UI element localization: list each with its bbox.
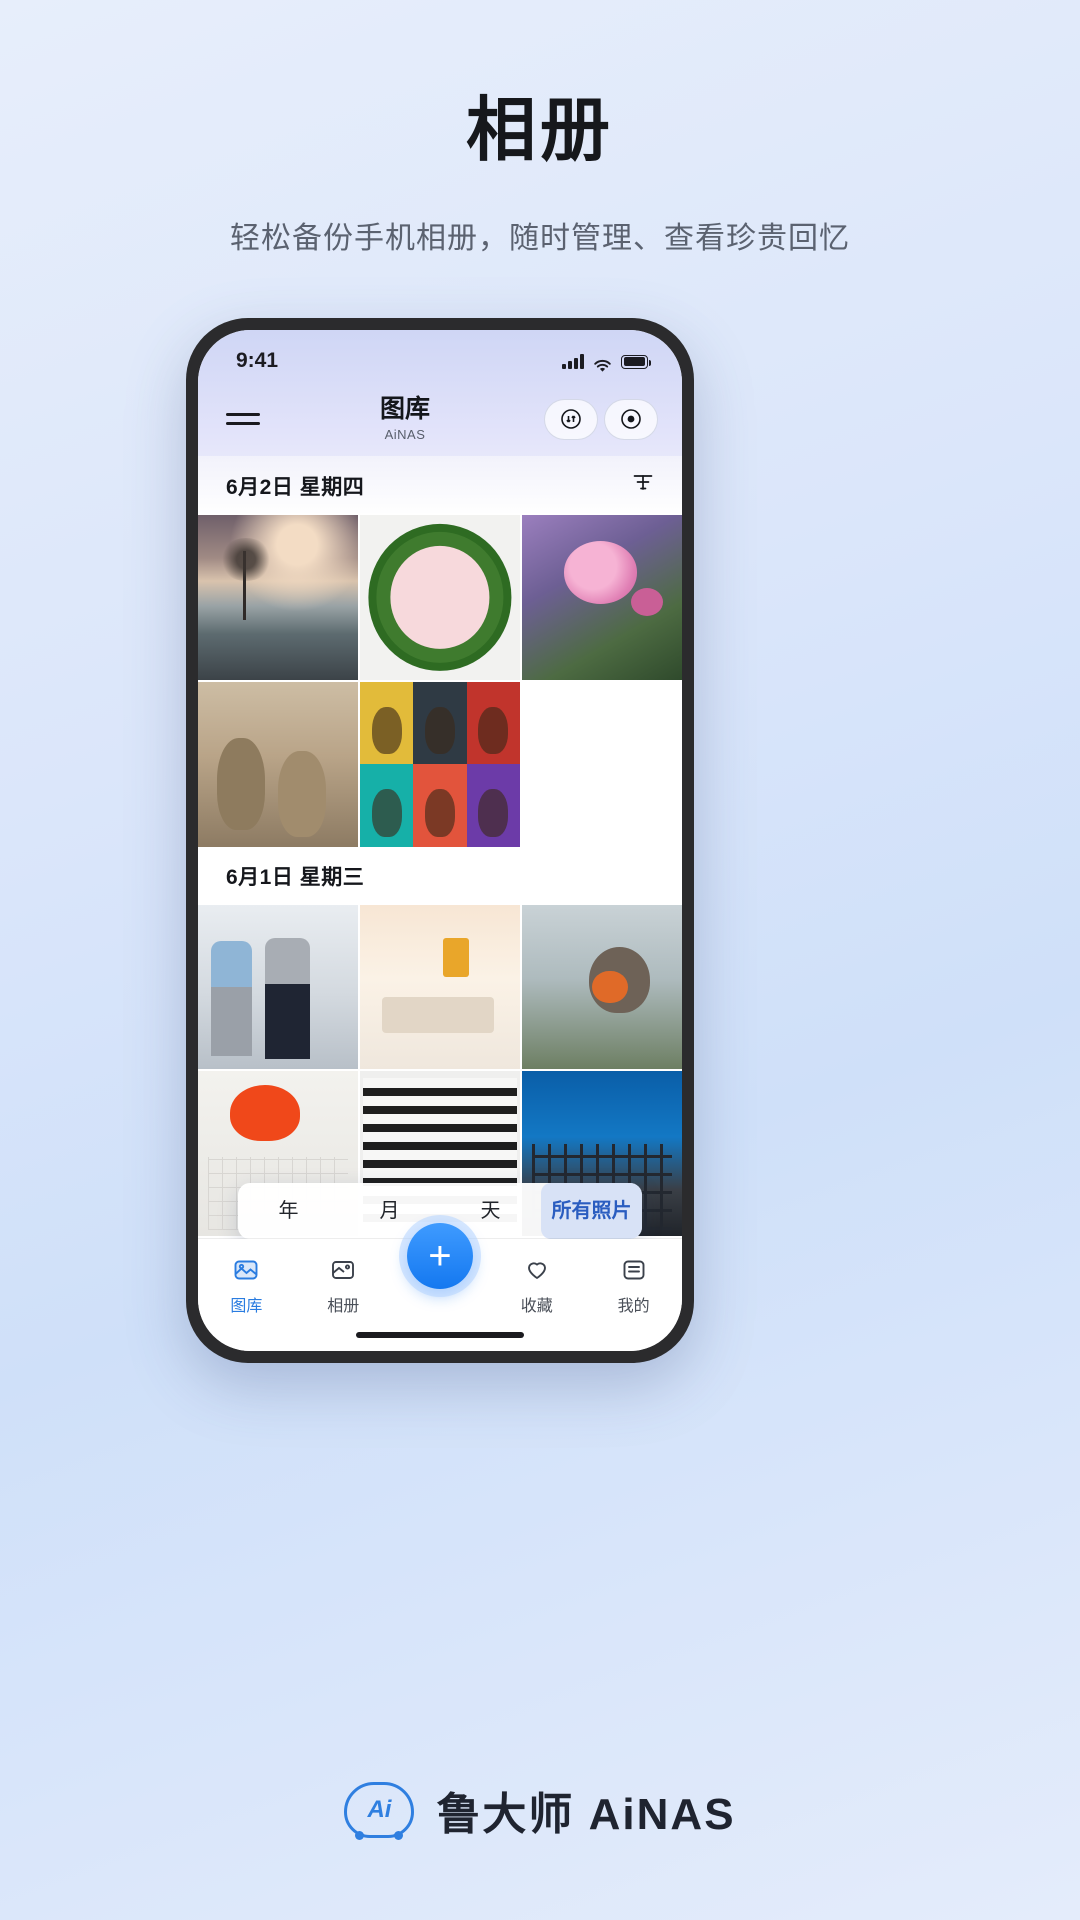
footer-brand: Ai 鲁大师 AiNAS	[0, 1778, 1080, 1842]
page-subtitle: 轻松备份手机相册，随时管理、查看珍贵回忆	[230, 222, 850, 255]
sync-transfer-icon[interactable]	[544, 398, 598, 440]
phone-screen: 9:41 图库 AiNAS 6月2日 星期四 6月1日 星期三 年 月 天 所有…	[198, 330, 682, 1351]
photo-grid-section-1	[198, 515, 682, 847]
dog-collage-photo[interactable]	[360, 681, 520, 847]
app-bar-actions	[544, 398, 658, 440]
tab-gallery[interactable]: 图库	[198, 1253, 295, 1316]
app-bar: 图库 AiNAS	[198, 382, 682, 456]
status-bar: 9:41	[198, 330, 682, 382]
ainas-logo-icon: Ai	[344, 1782, 415, 1840]
date-label: 6月2日 星期四	[226, 475, 365, 499]
tab-albums-label: 相册	[327, 1298, 360, 1315]
signal-bars-icon	[562, 353, 584, 369]
segment-year[interactable]: 年	[238, 1183, 339, 1239]
logo-mark-text: Ai	[367, 1796, 392, 1823]
pink-rose-photo[interactable]	[522, 515, 682, 680]
tab-mine-label: 我的	[617, 1298, 650, 1315]
battery-icon	[621, 354, 652, 369]
status-indicators	[562, 353, 652, 372]
date-header-row-2: 6月1日 星期三	[198, 846, 682, 905]
filter-funnel-icon[interactable]	[630, 470, 656, 501]
desk-workspace-photo[interactable]	[360, 904, 520, 1070]
date-header-row: 6月2日 星期四	[198, 456, 682, 515]
app-subtitle: AiNAS	[384, 426, 426, 442]
screen-top-area: 9:41 图库 AiNAS 6月2日 星期四	[198, 330, 682, 515]
record-dot-icon[interactable]	[604, 398, 658, 440]
segment-all-photos[interactable]: 所有照片	[541, 1183, 642, 1239]
robin-bird-photo[interactable]	[522, 904, 682, 1070]
page-title: 相册	[466, 91, 614, 169]
wifi-icon	[593, 355, 612, 372]
tab-albums[interactable]: 相册	[295, 1253, 392, 1316]
tab-favorites-label: 收藏	[520, 1298, 553, 1315]
hamburger-menu-icon[interactable]	[226, 413, 260, 425]
tab-add[interactable]: +	[392, 1223, 489, 1289]
heart-icon	[488, 1253, 585, 1287]
pink-circle-leaves-photo[interactable]	[360, 515, 520, 680]
tab-mine[interactable]: 我的	[585, 1253, 682, 1316]
brand-name: 鲁大师 AiNAS	[436, 1790, 736, 1839]
albums-icon	[295, 1253, 392, 1287]
empty-slot	[522, 681, 682, 847]
photo-library-icon	[198, 1253, 295, 1287]
status-time: 9:41	[236, 349, 279, 372]
lone-tree-lake-photo[interactable]	[198, 515, 358, 680]
date-label-2: 6月1日 星期三	[226, 865, 365, 889]
app-title: 图库	[379, 395, 430, 424]
add-plus-icon[interactable]: +	[406, 1223, 473, 1289]
profile-list-icon	[585, 1253, 682, 1287]
goats-photo[interactable]	[198, 681, 358, 847]
tab-gallery-label: 图库	[230, 1298, 263, 1315]
tab-favorites[interactable]: 收藏	[488, 1253, 585, 1316]
phone-mockup: 9:41 图库 AiNAS 6月2日 星期四 6月1日 星期三 年 月 天 所有…	[186, 318, 694, 1363]
home-indicator	[356, 1332, 524, 1338]
business-meeting-photo[interactable]	[198, 904, 358, 1070]
app-title-block: 图库 AiNAS	[266, 396, 544, 442]
